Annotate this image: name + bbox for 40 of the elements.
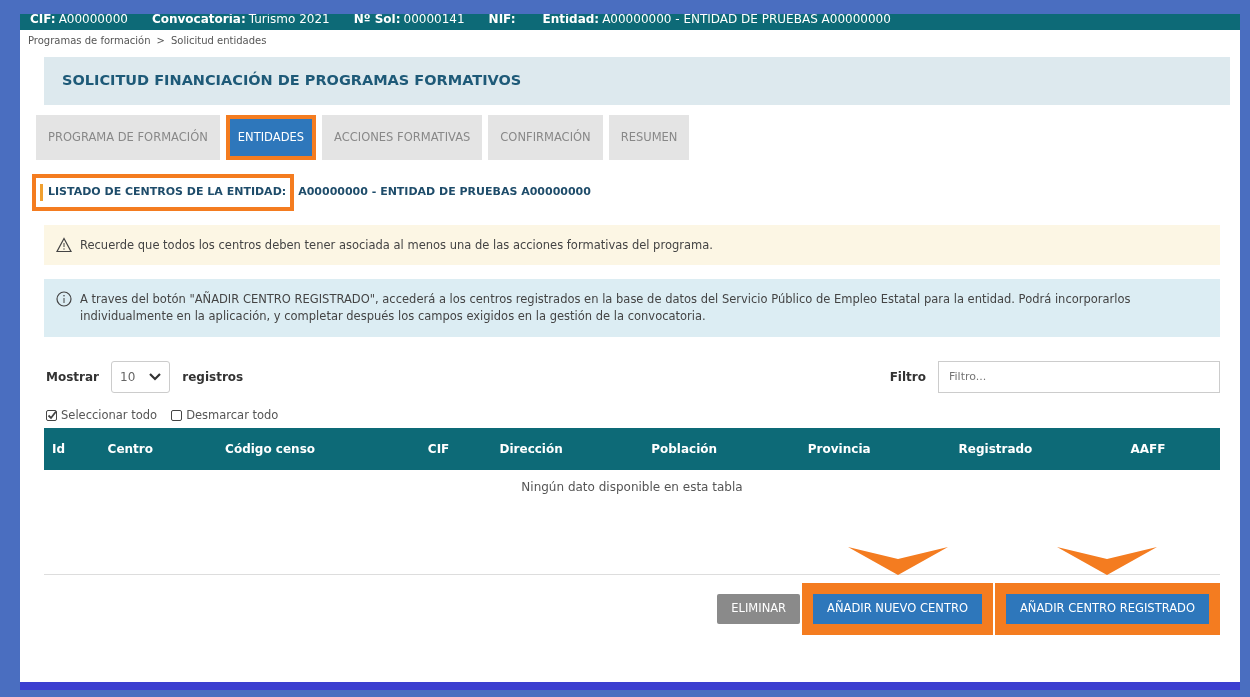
header-field: Convocatoria: Turismo 2021 bbox=[151, 14, 330, 30]
action-button[interactable]: ELIMINAR bbox=[717, 594, 801, 624]
tab[interactable]: ACCIONES FORMATIVAS bbox=[322, 114, 483, 160]
warning-icon bbox=[56, 236, 72, 253]
select-link[interactable]: Seleccionar todo bbox=[46, 407, 158, 425]
header-field: CIF: A00000000 bbox=[30, 14, 128, 30]
column-header: Provincia bbox=[799, 428, 951, 471]
field-label: registros bbox=[182, 368, 244, 386]
filter-field[interactable]: Filtro... bbox=[938, 360, 1220, 393]
breadcrumb-separator: > bbox=[156, 34, 165, 48]
tab[interactable]: ENTIDADES bbox=[225, 114, 317, 160]
action-button[interactable]: AÑADIR CENTRO REGISTRADO bbox=[998, 587, 1216, 631]
breadcrumb-link[interactable]: Programas de formación bbox=[28, 33, 151, 48]
select-link[interactable]: Desmarcar todo bbox=[171, 407, 279, 425]
section-heading: LISTADO DE CENTROS DE LA ENTIDAD: bbox=[32, 174, 295, 211]
action-button[interactable]: AÑADIR NUEVO CENTRO bbox=[806, 587, 989, 631]
field-label: Mostrar bbox=[46, 368, 99, 386]
column-header: Población bbox=[643, 428, 800, 471]
column-header: Registrado bbox=[950, 428, 1123, 471]
alert-text: A traves del botón "AÑADIR CENTRO REGISTRADO", accederá a los centros registrados en la base de datos del Servicio Público de Empleo Estatal para la entidad. Podrá incorporarlos individualmente en la aplicación, y completar después los campos exigidos en la gestión de la convocatoria. bbox=[80, 291, 1132, 325]
empty-table-message: Ningún dato disponible en esta tabla bbox=[44, 470, 1220, 505]
page-title: SOLICITUD FINANCIACIÓN DE PROGRAMAS FORMATIVOS bbox=[44, 57, 1230, 105]
column-header: CIF bbox=[419, 428, 492, 471]
page-size-select[interactable]: 10 bbox=[111, 360, 171, 393]
column-header: Id bbox=[44, 428, 100, 471]
tab[interactable]: CONFIRMACIÓN bbox=[488, 114, 603, 160]
header-field: Nº Sol: 00000141 bbox=[353, 14, 465, 30]
tab[interactable]: RESUMEN bbox=[608, 114, 690, 160]
info-icon bbox=[56, 291, 72, 308]
column-header: Código censo bbox=[217, 428, 420, 471]
column-header: Centro bbox=[99, 428, 218, 471]
chevron-down-icon bbox=[149, 372, 162, 381]
field-label: Filtro bbox=[889, 368, 926, 386]
alert-text: Recuerde que todos los centros deben tener asociada al menos una de las acciones formativas del programa. bbox=[80, 236, 713, 254]
tab[interactable]: PROGRAMA DE FORMACIÓN bbox=[36, 114, 220, 160]
column-header: Dirección bbox=[491, 428, 644, 471]
entity-name: A00000000 - ENTIDAD DE PRUEBAS A00000000 bbox=[298, 184, 591, 200]
column-header: AAFF bbox=[1122, 428, 1220, 471]
header-field: Entidad: A00000000 - ENTIDAD DE PRUEBAS A00000000 bbox=[542, 14, 891, 30]
header-field: NIF: bbox=[488, 14, 519, 30]
